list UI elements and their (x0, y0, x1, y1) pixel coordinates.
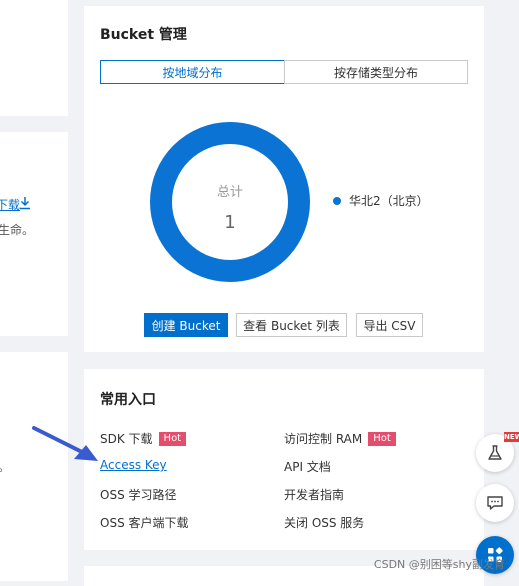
partial-description-2: 。 (0, 458, 10, 475)
entry-access-key[interactable]: Access Key (100, 458, 167, 472)
tab-by-region[interactable]: 按地域分布 (100, 60, 285, 84)
entry-api-docs[interactable]: API 文档 (284, 458, 331, 475)
entry-oss-learning-path[interactable]: OSS 学习路径 (100, 486, 177, 503)
entry-label: SDK 下载 (100, 432, 153, 446)
feedback-chat-button[interactable] (476, 484, 514, 522)
entry-label: API 文档 (284, 460, 331, 474)
legend-label: 华北2（北京） (349, 194, 429, 208)
donut-center-label: 总计 (217, 185, 243, 200)
chat-icon (487, 496, 503, 510)
common-entries-card: 常用入口 SDK 下载 Hot Access Key OSS 学习路径 OSS … (84, 369, 484, 550)
entry-label: 开发者指南 (284, 488, 345, 502)
view-bucket-list-button[interactable]: 查看 Bucket 列表 (236, 313, 347, 337)
entry-oss-client-download[interactable]: OSS 客户端下载 (100, 514, 189, 531)
csdn-watermark: CSDN @别困等shy副发育 (373, 558, 505, 571)
entries-card-title: 常用入口 (100, 392, 156, 408)
hot-badge: Hot (158, 431, 187, 446)
entry-sdk-download[interactable]: SDK 下载 Hot (100, 430, 187, 447)
chart-legend: 华北2（北京） (333, 192, 429, 209)
entry-label: Access Key (100, 458, 167, 472)
partial-description: 生命。 (0, 223, 35, 237)
new-badge: NEW (504, 432, 519, 442)
entry-label: 关闭 OSS 服务 (284, 516, 365, 530)
entry-label: OSS 学习路径 (100, 488, 177, 502)
donut-center-value: 1 (224, 212, 235, 233)
bucket-card-title: Bucket 管理 (100, 27, 187, 43)
entry-ram-access-control[interactable]: 访问控制 RAM Hot (284, 430, 396, 447)
bucket-management-card: Bucket 管理 按地域分布 按存储类型分布 总计 1 华北2（北京） 创建 … (84, 6, 484, 352)
legend-dot (333, 196, 341, 205)
download-icon[interactable] (18, 196, 32, 210)
flask-icon (488, 445, 502, 460)
export-csv-button[interactable]: 导出 CSV (356, 313, 423, 337)
donut-slice-0 (150, 122, 310, 282)
create-bucket-button[interactable]: 创建 Bucket (144, 313, 228, 337)
tab-by-storage-type[interactable]: 按存储类型分布 (284, 60, 468, 84)
entry-label: 访问控制 RAM (284, 432, 363, 446)
entry-developer-guide[interactable]: 开发者指南 (284, 486, 344, 503)
left-card-top (0, 0, 68, 116)
entry-label: OSS 客户端下载 (100, 516, 189, 530)
left-card-bottom: 。 (0, 352, 68, 581)
download-link[interactable]: 下载 (0, 196, 20, 213)
entry-close-oss-service[interactable]: 关闭 OSS 服务 (284, 514, 364, 531)
hot-badge: Hot (368, 431, 396, 446)
left-card-middle: 下载 生命。 (0, 132, 68, 336)
region-donut-chart: 总计 1 (150, 122, 310, 282)
